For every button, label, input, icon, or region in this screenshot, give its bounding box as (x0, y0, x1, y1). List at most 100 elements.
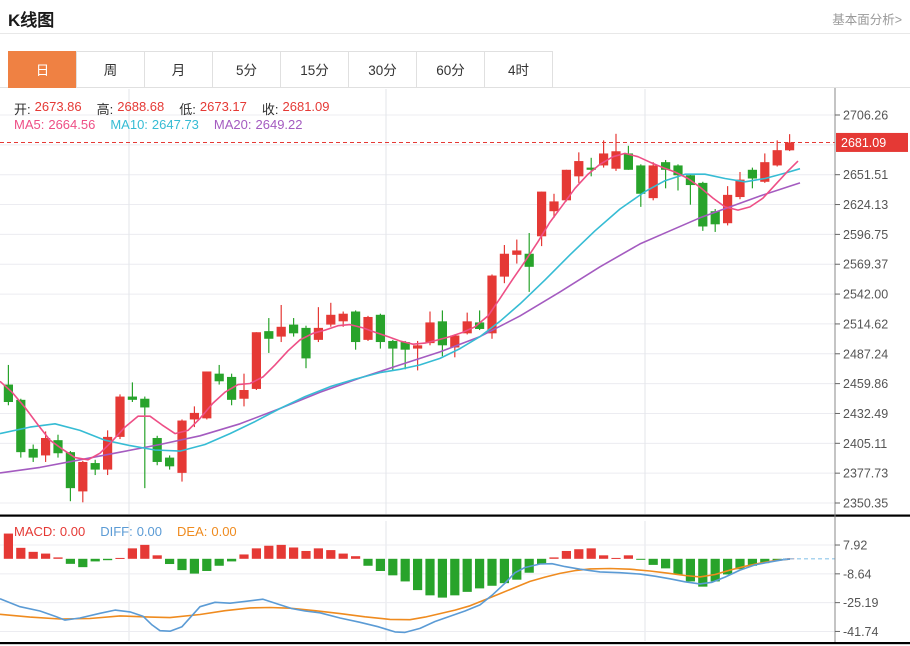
macd-bar-down (103, 559, 112, 560)
ma10-label: MA10: (110, 117, 148, 132)
macd-bar-down (711, 559, 720, 582)
candle-down (215, 374, 224, 382)
tab-period-7[interactable]: 60分 (416, 51, 485, 88)
candle-up (190, 413, 199, 420)
open-group: 开:2673.86 (14, 99, 82, 118)
high-label: 高: (97, 99, 114, 118)
macd-bar-up (301, 551, 310, 559)
ma10-group: MA10:2647.73 (110, 117, 199, 132)
main-tick-label: 2624.13 (843, 198, 888, 212)
macd-tick-label: 7.92 (843, 539, 867, 553)
macd-bar-down (388, 559, 397, 576)
header-divider (0, 33, 910, 34)
tab-period-6[interactable]: 30分 (348, 51, 417, 88)
close-label: 收: (262, 99, 279, 118)
low-label: 低: (179, 99, 196, 118)
ma5-group: MA5: 2664.56 (14, 117, 95, 132)
macd-bar-up (16, 548, 25, 559)
candle-down (140, 399, 149, 408)
close-value: 2681.09 (283, 99, 330, 118)
macd-bar-down (177, 559, 186, 570)
kline-chart[interactable]: 2706.262651.512624.132596.752569.372542.… (0, 0, 910, 646)
macd-bar-up (128, 548, 137, 558)
macd-label: MACD: (14, 524, 56, 539)
macd-bar-up (314, 548, 323, 558)
macd-bar-up (264, 546, 273, 559)
main-tick-label: 2596.75 (843, 228, 888, 242)
high-value: 2688.68 (117, 99, 164, 118)
candle-down (388, 341, 397, 349)
ohlc-legend: 开:2673.86 高:2688.68 低:2673.17 收:2681.09 (14, 99, 330, 118)
macd-tick-label: -25.19 (843, 596, 878, 610)
bottom-separator (0, 642, 910, 644)
main-tick-label: 2569.37 (843, 258, 888, 272)
candle-up (500, 254, 509, 277)
candle-up (239, 390, 248, 399)
ma20-value: 2649.22 (256, 117, 303, 132)
candle-down (438, 321, 447, 345)
tab-period-8[interactable]: 4时 (484, 51, 553, 88)
fundamental-analysis-link[interactable]: 基本面分析> (832, 9, 902, 28)
macd-legend: MACD: 0.00 DIFF: 0.00 DEA: 0.00 (14, 524, 237, 539)
macd-bar-up (599, 555, 608, 558)
candle-down (91, 463, 100, 470)
high-group: 高:2688.68 (97, 99, 165, 118)
diff-label: DIFF: (100, 524, 133, 539)
macd-bar-down (636, 559, 645, 560)
dea-label: DEA: (177, 524, 207, 539)
macd-bar-down (190, 559, 199, 574)
macd-bar-down (487, 559, 496, 586)
macd-bar-up (574, 549, 583, 559)
ma5-label: MA5: (14, 117, 44, 132)
candle-up (277, 327, 286, 337)
macd-bar-down (363, 559, 372, 566)
macd-bar-up (549, 557, 558, 558)
ma-legend: MA5:2664.56 MA10:2647.73 MA20:2649.22 (14, 117, 303, 132)
dea-value: 0.00 (211, 524, 236, 539)
macd-bar-down (215, 559, 224, 566)
main-tick-label: 2706.26 (843, 109, 888, 123)
macd-bar-down (438, 559, 447, 598)
dea-group: DEA: 0.00 (177, 524, 237, 539)
macd-value: 0.00 (60, 524, 85, 539)
macd-bar-up (239, 554, 248, 558)
main-tick-label: 2542.00 (843, 288, 888, 302)
candle-up (177, 421, 186, 473)
macd-bar-down (475, 559, 484, 589)
macd-bar-down (463, 559, 472, 592)
macd-bar-down (66, 559, 75, 564)
candle-up (649, 165, 658, 198)
tab-period-2[interactable]: 周 (76, 51, 145, 88)
macd-bar-down (425, 559, 434, 596)
macd-bar-up (277, 545, 286, 559)
candle-down (165, 458, 174, 467)
main-tick-label: 2514.62 (843, 317, 888, 331)
tab-period-3[interactable]: 月 (144, 51, 213, 88)
macd-bar-up (587, 548, 596, 558)
close-group: 收:2681.09 (262, 99, 330, 118)
macd-bar-up (611, 558, 620, 559)
main-tick-label: 2405.11 (843, 437, 887, 451)
low-value: 2673.17 (200, 99, 247, 118)
main-tick-label: 2432.49 (843, 407, 888, 421)
tab-period-5[interactable]: 15分 (280, 51, 349, 88)
macd-tick-label: -41.74 (843, 625, 878, 639)
macd-group: MACD: 0.00 (14, 524, 85, 539)
macd-bar-up (326, 550, 335, 559)
tab-period-1[interactable]: 日 (8, 51, 77, 88)
macd-bar-down (165, 559, 174, 564)
ma5-value: 2664.56 (48, 117, 95, 132)
candle-down (264, 331, 273, 339)
current-price-badge-label: 2681.09 (841, 136, 886, 150)
macd-bar-down (413, 559, 422, 590)
macd-bar-up (562, 551, 571, 559)
macd-bar-up (289, 547, 298, 558)
macd-bar-down (202, 559, 211, 571)
main-tick-label: 2350.35 (843, 497, 888, 511)
candle-down (16, 400, 25, 452)
macd-bar-down (661, 559, 670, 569)
candle-down (748, 170, 757, 179)
tab-period-4[interactable]: 5分 (212, 51, 281, 88)
macd-bar-down (450, 559, 459, 596)
macd-bar-down (78, 559, 87, 567)
